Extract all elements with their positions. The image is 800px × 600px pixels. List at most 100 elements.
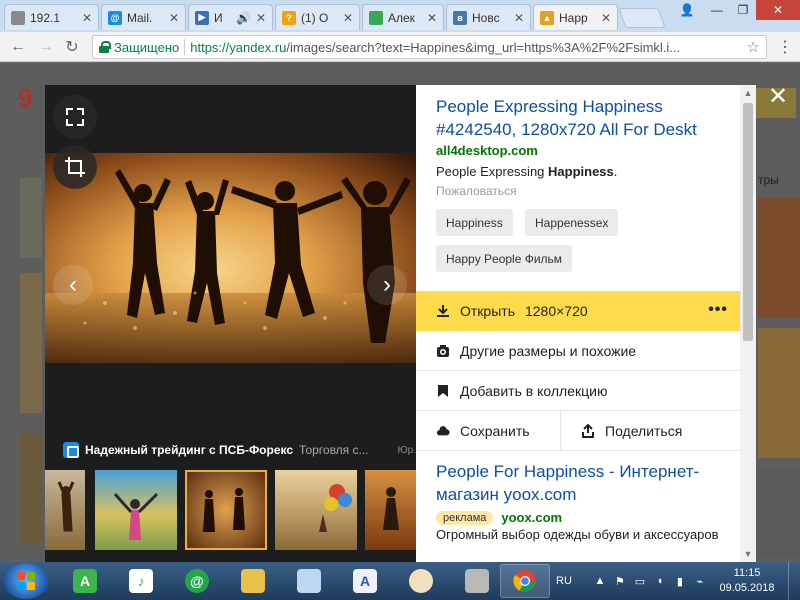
tab-close-icon[interactable]: ✕ (256, 11, 266, 25)
restore-icon[interactable]: ❐ (730, 0, 756, 20)
taskbar-app-explorer[interactable] (228, 564, 278, 598)
more-options-icon[interactable]: ••• (708, 301, 728, 319)
music-icon: ♪ (129, 569, 153, 593)
save-button[interactable]: Сохранить (436, 411, 530, 451)
taskbar-app-paint[interactable] (396, 564, 446, 598)
flag-icon[interactable]: ⚑ (614, 575, 626, 588)
result-title-link[interactable]: People Expressing Happiness #4242540, 12… (436, 95, 736, 141)
tag-chip[interactable]: Happenessex (525, 209, 619, 236)
browser-tab-1[interactable]: 192.1 ✕ (4, 4, 99, 30)
window-close-icon[interactable]: ✕ (756, 0, 800, 20)
previous-image-arrow-icon[interactable]: ‹ (53, 265, 93, 305)
folder-icon (241, 569, 265, 593)
browser-tab-5[interactable]: Алек ✕ (362, 4, 444, 30)
thumbnail[interactable] (275, 470, 357, 550)
url-text[interactable]: https://yandex.ru/images/search?text=Hap… (190, 40, 741, 55)
browser-tab-2[interactable]: @ Mail. ✕ (101, 4, 186, 30)
thumbnail[interactable] (95, 470, 177, 550)
result-domain-link[interactable]: all4desktop.com (436, 143, 538, 158)
power-icon[interactable]: ▮ (674, 575, 686, 588)
minimize-icon[interactable]: — (704, 0, 730, 20)
browser-menu-icon[interactable]: ⋮ (776, 37, 794, 57)
browser-tab-4[interactable]: ? (1) О ✕ (275, 4, 360, 30)
system-clock[interactable]: 11:15 09.05.2018 (718, 566, 776, 596)
network-icon[interactable]: ▭ (634, 575, 646, 588)
volume-icon[interactable]: ◖ (654, 575, 666, 587)
back-icon[interactable]: ← (8, 37, 28, 57)
background-thumbnail (20, 273, 42, 413)
taskbar-app-wordpad[interactable]: A (340, 564, 390, 598)
tab-close-icon[interactable]: ✕ (343, 11, 353, 25)
language-indicator[interactable]: RU (556, 575, 572, 587)
save-share-row: Сохранить Поделиться (416, 411, 740, 451)
tab-close-icon[interactable]: ✕ (427, 11, 437, 25)
page-icon (11, 10, 25, 25)
image-icon: ▲ (540, 10, 554, 25)
ad-result-domain-link[interactable]: yoox.com (501, 510, 562, 525)
separator (184, 39, 186, 55)
result-description: People Expressing Happiness. (436, 164, 617, 179)
tab-title: И (214, 10, 223, 25)
ad-badge: реклама (436, 510, 494, 525)
background-thumbnail (20, 178, 42, 258)
tab-title: Новс (472, 10, 500, 25)
tab-close-icon[interactable]: ✕ (601, 11, 611, 25)
address-bar[interactable]: Защищено https://yandex.ru/images/search… (92, 35, 767, 59)
thumbnail[interactable] (45, 470, 85, 550)
scroll-up-icon[interactable]: ▲ (740, 85, 756, 101)
main-image[interactable] (45, 153, 416, 363)
similar-images-button[interactable]: Другие размеры и похожие (416, 331, 740, 371)
ad-result-title-link[interactable]: People For Happiness - Интернет-магазин … (436, 460, 736, 506)
start-button-windows-icon[interactable] (4, 563, 48, 599)
ad-title[interactable]: Надежный трейдинг с ПСБ-Форекс (85, 443, 293, 457)
tag-chip[interactable]: Happy People Фильм (436, 245, 573, 272)
browser-tab-7[interactable]: ▲ Happ ✕ (533, 4, 618, 30)
show-desktop-button[interactable] (788, 562, 800, 600)
tab-close-icon[interactable]: ✕ (169, 11, 179, 25)
thumbnail-selected[interactable] (185, 470, 267, 550)
taskbar-app-a[interactable]: A (60, 564, 110, 598)
ad-legal-link[interactable]: Юр. (398, 445, 416, 456)
new-tab-button[interactable] (618, 8, 666, 28)
system-tray: RU ▲ ⚑ ▭ ◖ ▮ ⌁ (556, 562, 706, 600)
ad-strip[interactable]: Надежный трейдинг с ПСБ-Форекс Торговля … (63, 440, 416, 460)
thumbnail[interactable] (365, 470, 416, 550)
taskbar-app-music[interactable]: ♪ (116, 564, 166, 598)
tag-chip[interactable]: Happiness (436, 209, 513, 236)
add-to-collection-button[interactable]: Добавить в коллекцию (416, 371, 740, 411)
save-label: Сохранить (460, 423, 530, 439)
fullscreen-icon[interactable] (53, 95, 97, 139)
next-image-arrow-icon[interactable]: › (367, 265, 407, 305)
divider (560, 411, 561, 451)
sidebar-scrollbar[interactable]: ▲ ▼ (740, 85, 756, 562)
presentation-icon (465, 569, 489, 593)
cloud-save-icon (436, 424, 450, 438)
star-icon[interactable]: ☆ (747, 38, 760, 56)
taskbar-app-chrome[interactable] (500, 564, 550, 598)
user-icon[interactable]: 👤 (674, 0, 700, 20)
scrollbar-thumb[interactable] (743, 103, 753, 341)
forward-icon[interactable]: → (36, 37, 56, 57)
scroll-down-icon[interactable]: ▼ (740, 546, 756, 562)
question-icon: ? (282, 10, 296, 25)
browser-tab-3[interactable]: ▶ И 🔊 ✕ (188, 4, 273, 30)
tray-expand-icon[interactable]: ▲ (594, 575, 606, 587)
speaker-icon[interactable]: 🔊 (236, 11, 251, 25)
tab-close-icon[interactable]: ✕ (514, 11, 524, 25)
secure-label: Защищено (114, 39, 180, 55)
camera-search-icon (436, 344, 450, 358)
browser-tab-6[interactable]: в Новс ✕ (446, 4, 531, 30)
taskbar-app-presentation[interactable] (452, 564, 502, 598)
crop-icon[interactable] (53, 145, 97, 189)
close-viewer-icon[interactable]: ✕ (766, 83, 790, 110)
complain-link[interactable]: Пожаловаться (436, 184, 517, 198)
taskbar-app-mail[interactable]: @ (172, 564, 222, 598)
share-button[interactable]: Поделиться (581, 411, 682, 451)
ad-result-description: Огромный выбор одежды обуви и аксессуаро… (436, 527, 719, 542)
tab-close-icon[interactable]: ✕ (82, 11, 92, 25)
url-host: https://yandex.ru (190, 39, 287, 55)
open-image-button[interactable]: Открыть 1280×720 ••• (416, 291, 740, 331)
taskbar-app-notepad[interactable] (284, 564, 334, 598)
reload-icon[interactable]: ↻ (62, 37, 82, 57)
usb-icon[interactable]: ⌁ (694, 575, 706, 588)
